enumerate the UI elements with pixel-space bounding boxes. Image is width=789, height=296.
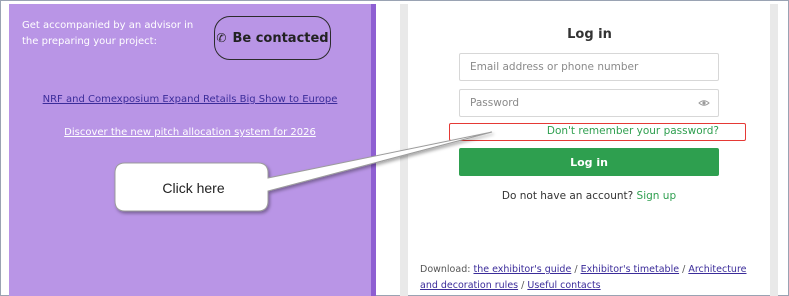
- exhibitor-guide-link[interactable]: the exhibitor's guide: [473, 264, 571, 275]
- login-title: Log in: [567, 27, 612, 42]
- email-input[interactable]: [460, 54, 718, 80]
- signup-line: Do not have an account? Sign up: [459, 190, 719, 202]
- panel-edge: [371, 4, 376, 296]
- useful-contacts-link[interactable]: Useful contacts: [527, 280, 600, 291]
- be-contacted-button[interactable]: ✆ Be contacted: [214, 16, 331, 60]
- downloads-prefix: Download:: [420, 264, 471, 275]
- separator: /: [518, 280, 528, 291]
- email-field[interactable]: [459, 53, 719, 81]
- login-panel-right-border: [770, 4, 778, 296]
- exhibitor-timetable-link[interactable]: Exhibitor's timetable: [581, 264, 680, 275]
- phone-icon: ✆: [216, 31, 227, 45]
- callout-text: Click here: [162, 180, 225, 196]
- highlight-box: [449, 123, 746, 141]
- separator: /: [571, 264, 581, 275]
- news-link-pitch-allocation[interactable]: Discover the new pitch allocation system…: [9, 127, 371, 138]
- signup-link[interactable]: Sign up: [637, 190, 677, 202]
- password-input[interactable]: [460, 90, 718, 116]
- downloads-section: Download: the exhibitor's guide / Exhibi…: [420, 262, 765, 294]
- no-account-text: Do not have an account?: [501, 190, 634, 202]
- password-field[interactable]: [459, 89, 719, 117]
- be-contacted-label: Be contacted: [232, 30, 329, 46]
- advisor-text: Get accompanied by an advisor in the pre…: [22, 20, 194, 47]
- login-panel-left-border: [400, 4, 408, 296]
- separator: /: [679, 264, 689, 275]
- news-link-nrf[interactable]: NRF and Comexposium Expand Retails Big S…: [9, 94, 371, 105]
- login-button[interactable]: Log in: [459, 148, 719, 176]
- eye-icon[interactable]: [698, 97, 710, 109]
